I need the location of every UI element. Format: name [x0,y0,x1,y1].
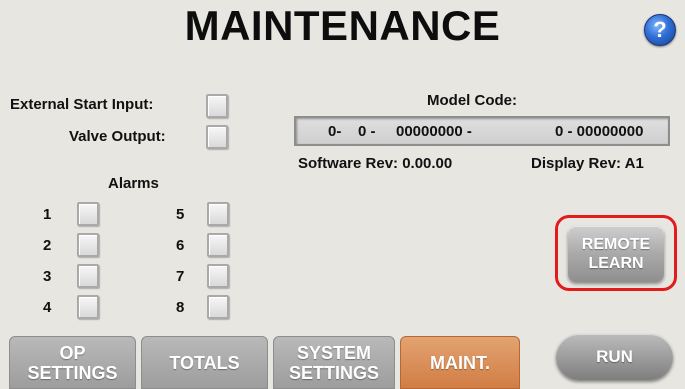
alarm-4-label: 4 [43,299,52,316]
display-rev: Display Rev: A1 [531,155,644,172]
tab-op-settings-line1: OP [59,342,86,363]
alarm-4-indicator [77,295,99,319]
tab-system-settings[interactable]: SYSTEM SETTINGS [273,336,395,389]
alarm-6-indicator [207,233,229,257]
alarms-title: Alarms [108,175,159,192]
run-button[interactable]: RUN [556,334,673,380]
tab-op-settings-line2: SETTINGS [27,362,118,383]
software-rev: Software Rev: 0.00.00 [298,155,453,172]
model-code-seg2: 0 - [358,123,376,140]
tab-system-settings-line2: SETTINGS [288,362,379,383]
page-title: MAINTENANCE [184,2,501,49]
model-code-display: 0- 0 - 00000000 - 0 - 00000000 [294,116,670,146]
tab-maint[interactable]: MAINT. [400,336,520,389]
remote-learn-button[interactable]: REMOTE LEARN [568,226,664,282]
alarm-7-indicator [207,264,229,288]
tab-system-settings-line1: SYSTEM [296,342,371,363]
alarm-1-label: 1 [43,206,52,223]
alarm-3-label: 3 [43,268,52,285]
alarm-5-label: 5 [176,206,185,223]
valve-output-indicator [206,125,228,149]
model-code-seg4: 0 - 00000000 [555,123,644,140]
remote-learn-highlight: REMOTE LEARN [555,215,677,291]
remote-learn-line1: REMOTE [581,236,651,253]
alarm-2-label: 2 [43,237,52,254]
tab-maint-label: MAINT. [430,352,490,373]
model-code-seg3: 00000000 - [396,123,472,140]
alarm-5-indicator [207,202,229,226]
alarm-7-label: 7 [176,268,185,285]
external-start-input-label: External Start Input: [10,96,154,113]
alarm-1-indicator [77,202,99,226]
alarm-8-indicator [207,295,229,319]
alarm-2-indicator [77,233,99,257]
help-icon[interactable]: ? [644,14,676,46]
alarm-3-indicator [77,264,99,288]
model-code-seg1: 0- [328,123,342,140]
alarm-8-label: 8 [176,299,185,316]
valve-output-label: Valve Output: [69,128,166,145]
tab-totals-label: TOTALS [169,352,240,373]
external-start-input-indicator [206,94,228,118]
tab-op-settings[interactable]: OP SETTINGS [9,336,136,389]
remote-learn-line2: LEARN [588,255,644,272]
model-code-label: Model Code: [427,92,517,109]
alarm-6-label: 6 [176,237,185,254]
bottom-tab-bar: OP SETTINGS TOTALS SYSTEM SETTINGS MAINT… [0,328,685,389]
tab-totals[interactable]: TOTALS [141,336,268,389]
